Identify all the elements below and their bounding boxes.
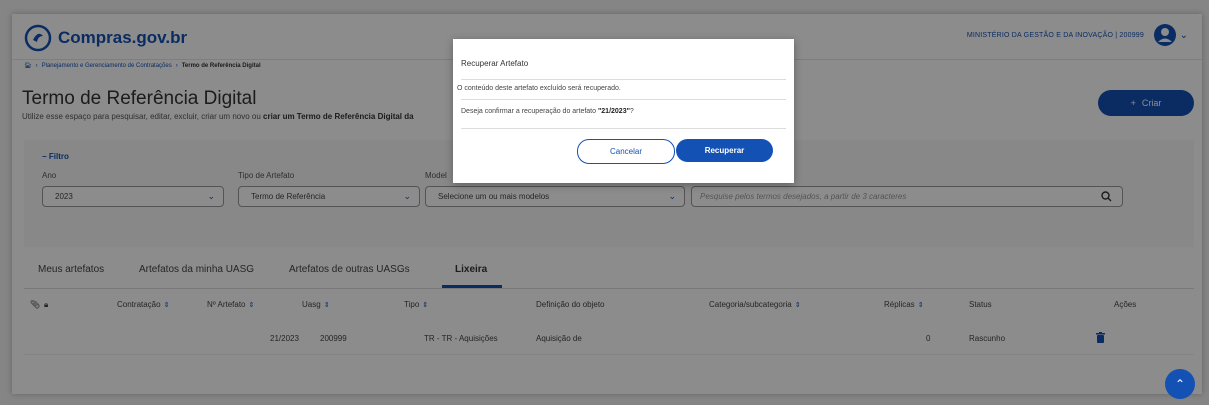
dialog-divider: [461, 128, 786, 129]
dialog-divider: [461, 99, 786, 100]
dialog-question: Deseja confirmar a recuperação do artefa…: [461, 108, 634, 115]
recover-dialog: Recuperar Artefato O conteúdo deste arte…: [453, 39, 794, 183]
scroll-top-button[interactable]: ⌃: [1165, 369, 1195, 399]
dialog-question-text: Deseja confirmar a recuperação do artefa…: [461, 108, 598, 115]
chevron-up-icon: ⌃: [1174, 377, 1186, 391]
dialog-divider: [461, 79, 786, 80]
dialog-message: O conteúdo deste artefato excluído será …: [457, 85, 621, 92]
dialog-artifact-id: "21/2023": [597, 108, 630, 115]
dialog-question-mark: ?: [629, 108, 634, 115]
dialog-title: Recuperar Artefato: [461, 59, 529, 68]
recover-button[interactable]: Recuperar: [676, 139, 773, 162]
cancel-button[interactable]: Cancelar: [577, 139, 675, 164]
